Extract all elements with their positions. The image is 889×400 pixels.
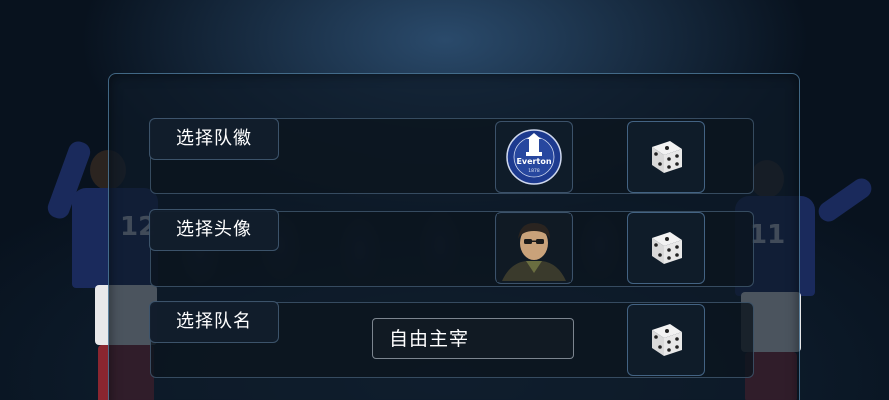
game-scene: 12 11 选择队徽 Everton 1878 bbox=[0, 0, 889, 400]
everton-crest-icon: Everton 1878 bbox=[506, 129, 562, 185]
random-avatar-button[interactable] bbox=[627, 212, 705, 284]
team-name-field[interactable]: 自由主宰 bbox=[372, 318, 574, 359]
select-avatar-label: 选择头像 bbox=[149, 209, 279, 251]
crest-name-text: Everton bbox=[516, 157, 551, 166]
avatar-preview[interactable] bbox=[495, 212, 573, 284]
dice-icon bbox=[652, 141, 682, 173]
dice-icon bbox=[652, 232, 682, 264]
manager-avatar bbox=[497, 214, 571, 282]
random-name-button[interactable] bbox=[627, 304, 705, 376]
select-name-label: 选择队名 bbox=[149, 301, 279, 343]
crest-year-text: 1878 bbox=[528, 168, 540, 174]
select-crest-label: 选择队徽 bbox=[149, 118, 279, 160]
dice-icon bbox=[652, 324, 682, 356]
random-crest-button[interactable] bbox=[627, 121, 705, 193]
crest-preview[interactable]: Everton 1878 bbox=[495, 121, 573, 193]
